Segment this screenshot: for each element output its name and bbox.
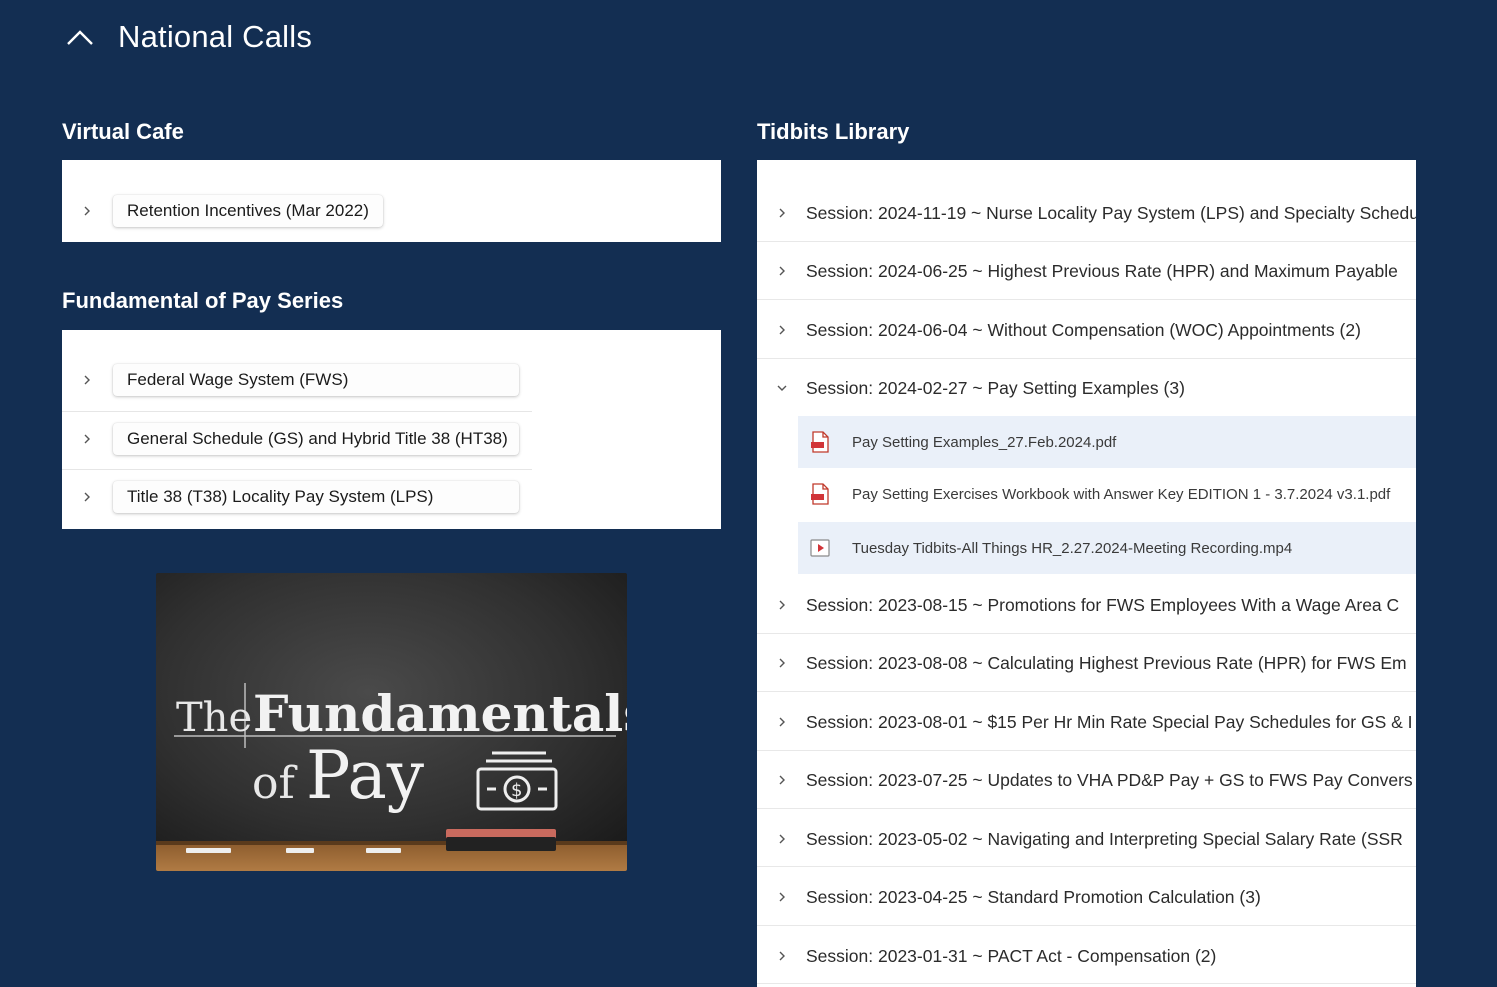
session-item[interactable]: Session: 2024-06-25 ~ Highest Previous R… bbox=[757, 251, 1416, 291]
session-item[interactable]: Session: 2023-08-01 ~ $15 Per Hr Min Rat… bbox=[757, 702, 1416, 742]
file-item[interactable]: Tuesday Tidbits-All Things HR_2.27.2024-… bbox=[798, 522, 1416, 574]
session-label: Session: 2024-06-04 ~ Without Compensati… bbox=[806, 319, 1361, 340]
session-label: Session: 2023-08-08 ~ Calculating Highes… bbox=[806, 652, 1407, 673]
file-name: Pay Setting Exercises Workbook with Answ… bbox=[852, 485, 1391, 503]
session-label: Session: 2023-07-25 ~ Updates to VHA PD&… bbox=[806, 769, 1413, 790]
chevron-right-icon bbox=[79, 489, 95, 505]
tidbits-panel: Session: 2024-11-19 ~ Nurse Locality Pay… bbox=[757, 160, 1416, 987]
divider bbox=[757, 358, 1416, 359]
svg-text:$: $ bbox=[511, 780, 522, 801]
virtual-cafe-panel: Retention Incentives (Mar 2022) bbox=[62, 160, 721, 242]
session-label: Session: 2023-04-25 ~ Standard Promotion… bbox=[806, 886, 1261, 907]
session-item-expanded[interactable]: Session: 2024-02-27 ~ Pay Setting Exampl… bbox=[757, 368, 1416, 408]
chevron-right-icon bbox=[774, 205, 790, 221]
chevron-down-icon bbox=[774, 380, 790, 396]
chevron-right-icon bbox=[774, 597, 790, 613]
chevron-right-icon bbox=[774, 889, 790, 905]
chevron-right-icon bbox=[774, 322, 790, 338]
divider bbox=[757, 925, 1416, 926]
fundamentals-of-pay-image: The Fundamentals of Pay $ bbox=[156, 573, 627, 871]
divider bbox=[757, 633, 1416, 634]
accordion-item[interactable]: Retention Incentives (Mar 2022) bbox=[62, 193, 721, 229]
accordion-item-label[interactable]: Title 38 (T38) Locality Pay System (LPS) bbox=[113, 481, 519, 513]
divider bbox=[757, 241, 1416, 242]
chalkboard-illustration: The Fundamentals of Pay $ bbox=[156, 573, 627, 871]
file-name: Tuesday Tidbits-All Things HR_2.27.2024-… bbox=[852, 539, 1293, 557]
tidbits-title: Tidbits Library bbox=[757, 119, 910, 144]
divider bbox=[757, 750, 1416, 751]
file-item[interactable]: Pay Setting Examples_27.Feb.2024.pdf bbox=[798, 416, 1416, 468]
file-name: Pay Setting Examples_27.Feb.2024.pdf bbox=[852, 433, 1117, 451]
chevron-up-icon bbox=[67, 30, 93, 45]
chevron-right-icon bbox=[79, 372, 95, 388]
session-item[interactable]: Session: 2023-04-25 ~ Standard Promotion… bbox=[757, 877, 1416, 917]
session-item[interactable]: Session: 2023-05-02 ~ Navigating and Int… bbox=[757, 819, 1416, 859]
chevron-right-icon bbox=[79, 203, 95, 219]
chevron-right-icon bbox=[774, 263, 790, 279]
pdf-file-icon bbox=[811, 483, 829, 505]
image-text-fundamentals: Fundamentals bbox=[253, 684, 627, 743]
accordion-item-label[interactable]: Retention Incentives (Mar 2022) bbox=[113, 195, 383, 227]
divider bbox=[757, 299, 1416, 300]
divider bbox=[757, 808, 1416, 809]
page-header: National Calls bbox=[62, 14, 312, 60]
session-label: Session: 2024-02-27 ~ Pay Setting Exampl… bbox=[806, 377, 1185, 398]
chevron-right-icon bbox=[774, 714, 790, 730]
image-text-pay: Pay bbox=[306, 737, 425, 814]
session-label: Session: 2024-06-25 ~ Highest Previous R… bbox=[806, 260, 1398, 281]
accordion-item-fws[interactable]: Federal Wage System (FWS) bbox=[62, 362, 532, 398]
divider bbox=[757, 983, 1416, 984]
accordion-item-gs[interactable]: General Schedule (GS) and Hybrid Title 3… bbox=[62, 421, 532, 457]
pdf-file-icon bbox=[811, 431, 829, 453]
divider bbox=[757, 866, 1416, 867]
session-item[interactable]: Session: 2023-08-15 ~ Promotions for FWS… bbox=[757, 585, 1416, 625]
accordion-item-label[interactable]: General Schedule (GS) and Hybrid Title 3… bbox=[113, 423, 519, 455]
divider bbox=[62, 411, 532, 412]
video-file-icon bbox=[810, 539, 830, 557]
virtual-cafe-title: Virtual Cafe bbox=[62, 119, 184, 144]
image-text-the: The bbox=[176, 695, 252, 741]
session-label: Session: 2023-08-15 ~ Promotions for FWS… bbox=[806, 594, 1400, 615]
session-item[interactable]: Session: 2024-11-19 ~ Nurse Locality Pay… bbox=[757, 193, 1416, 233]
session-item[interactable]: Session: 2023-01-31 ~ PACT Act - Compens… bbox=[757, 936, 1416, 976]
session-label: Session: 2024-11-19 ~ Nurse Locality Pay… bbox=[806, 202, 1416, 223]
fundamentals-title: Fundamental of Pay Series bbox=[62, 288, 344, 313]
file-item[interactable]: Pay Setting Exercises Workbook with Answ… bbox=[798, 468, 1416, 520]
chevron-right-icon bbox=[774, 772, 790, 788]
session-label: Session: 2023-01-31 ~ PACT Act - Compens… bbox=[806, 945, 1217, 966]
accordion-item-t38[interactable]: Title 38 (T38) Locality Pay System (LPS) bbox=[62, 479, 532, 515]
divider bbox=[62, 469, 532, 470]
chevron-right-icon bbox=[774, 948, 790, 964]
chevron-right-icon bbox=[79, 431, 95, 447]
divider bbox=[757, 691, 1416, 692]
chevron-right-icon bbox=[774, 655, 790, 671]
chevron-right-icon bbox=[774, 831, 790, 847]
session-label: Session: 2023-05-02 ~ Navigating and Int… bbox=[806, 828, 1403, 849]
accordion-item-label[interactable]: Federal Wage System (FWS) bbox=[113, 364, 519, 396]
session-item[interactable]: Session: 2024-06-04 ~ Without Compensati… bbox=[757, 310, 1416, 350]
collapse-button[interactable] bbox=[62, 19, 98, 55]
page-title: National Calls bbox=[118, 19, 313, 54]
session-item[interactable]: Session: 2023-07-25 ~ Updates to VHA PD&… bbox=[757, 760, 1416, 800]
fundamentals-panel: Federal Wage System (FWS) General Schedu… bbox=[62, 330, 721, 529]
session-item[interactable]: Session: 2023-08-08 ~ Calculating Highes… bbox=[757, 643, 1416, 683]
image-text-of: of bbox=[252, 758, 297, 809]
session-label: Session: 2023-08-01 ~ $15 Per Hr Min Rat… bbox=[806, 711, 1413, 732]
